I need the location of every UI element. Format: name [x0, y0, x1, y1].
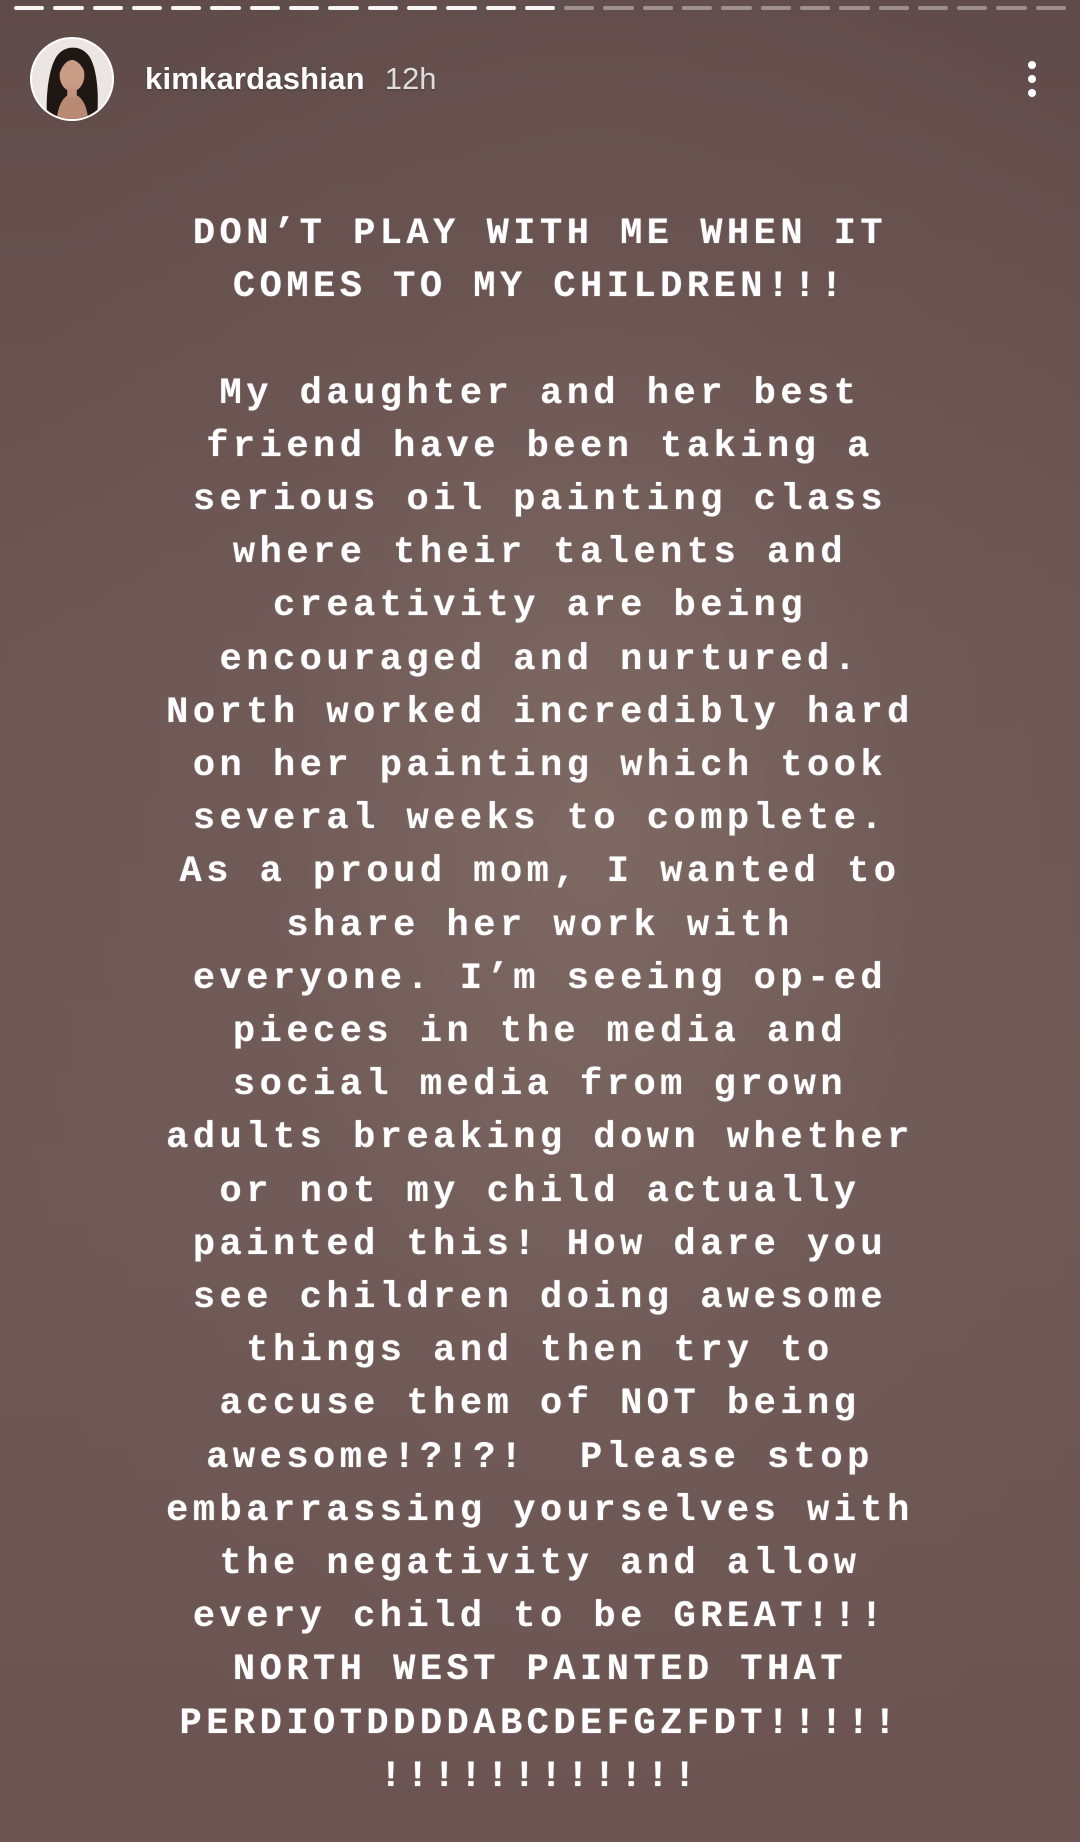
progress-segment [917, 6, 949, 10]
progress-segment [367, 6, 398, 10]
progress-segment [682, 6, 713, 10]
story-text: DON’T PLAY WITH ME WHEN IT COMES TO MY C… [166, 213, 914, 1798]
progress-segment [53, 6, 84, 10]
progress-segment [603, 6, 634, 10]
more-options-button[interactable] [1004, 44, 1060, 114]
progress-segment [131, 6, 163, 10]
progress-segment [485, 6, 516, 10]
progress-segment [760, 6, 791, 10]
progress-segment [406, 6, 438, 10]
progress-segment [564, 6, 595, 10]
progress-segment [996, 6, 1027, 10]
more-vertical-icon-dot [1028, 89, 1036, 97]
avatar[interactable] [30, 37, 114, 121]
profile-photo [32, 39, 112, 119]
progress-segment [92, 6, 123, 10]
more-vertical-icon-dot [1028, 75, 1036, 83]
progress-segment [839, 6, 870, 10]
story-header: kimkardashian 12h [30, 36, 1060, 122]
story-progress-bar [14, 6, 1067, 11]
progress-segment [210, 6, 241, 10]
progress-segment [289, 6, 320, 10]
story-viewer[interactable]: kimkardashian 12h DON’T PLAY WITH ME WHE… [0, 0, 1080, 1842]
username[interactable]: kimkardashian [145, 61, 365, 97]
progress-segment [171, 6, 202, 10]
more-vertical-icon [1028, 61, 1036, 69]
story-timestamp: 12h [384, 61, 437, 96]
progress-segment [721, 6, 752, 10]
progress-segment [14, 6, 45, 10]
progress-segment [957, 6, 988, 10]
progress-segment [446, 6, 477, 10]
progress-segment [799, 6, 831, 10]
progress-segment [1035, 6, 1067, 10]
progress-segment [249, 6, 281, 10]
progress-segment [524, 6, 556, 10]
progress-segment [642, 6, 674, 10]
profile-photo-image [32, 39, 112, 119]
progress-segment [328, 6, 359, 10]
progress-segment [878, 6, 909, 10]
